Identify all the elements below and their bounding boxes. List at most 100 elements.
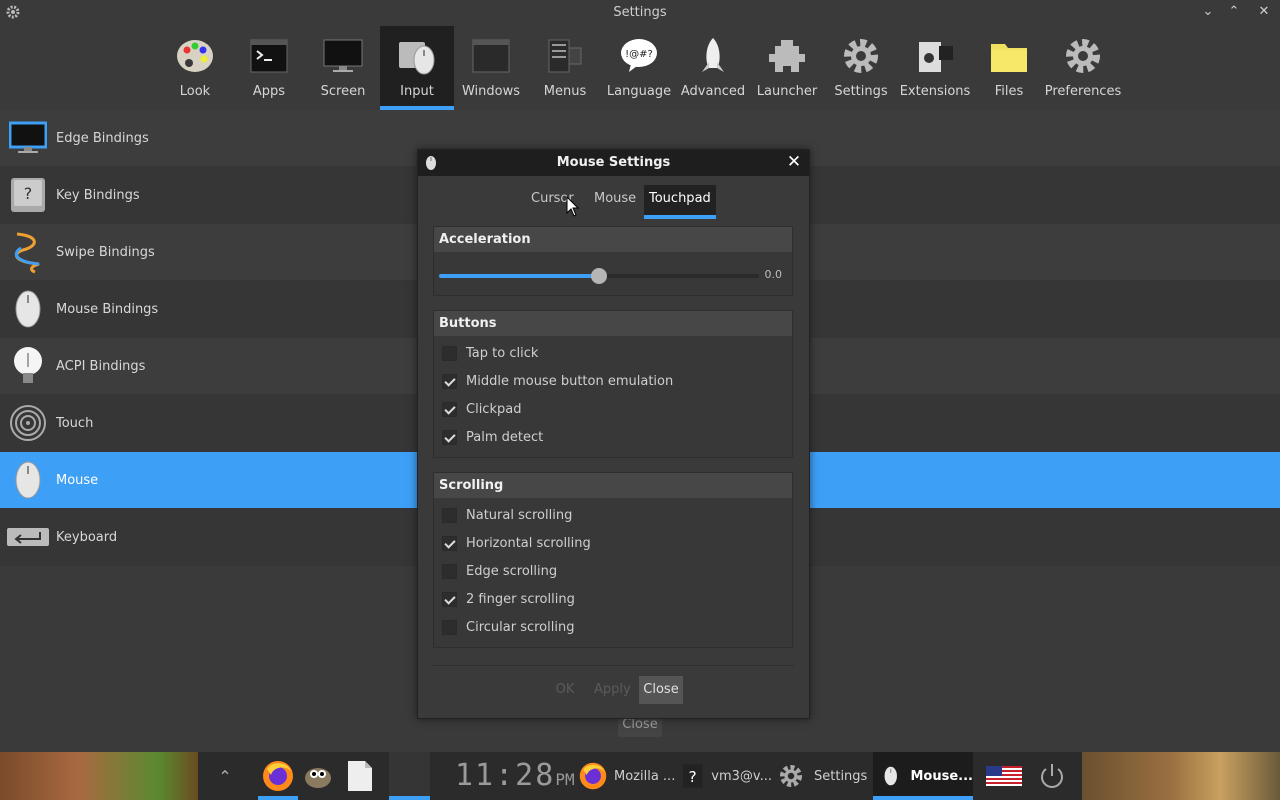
edge-scrolling-checkbox[interactable]: Edge scrolling: [434, 557, 792, 585]
task-label: Settings: [814, 768, 868, 784]
toolbar-item-look[interactable]: Look: [158, 26, 232, 110]
toolbar-item-language[interactable]: !@#? Language: [602, 26, 676, 110]
mouse-pointer-icon: [566, 196, 580, 217]
gear-icon: [779, 764, 803, 788]
svg-text:?: ?: [689, 768, 697, 786]
checkbox-label: Natural scrolling: [466, 507, 573, 523]
firefox-launcher[interactable]: [258, 752, 298, 800]
checkbox-box[interactable]: [442, 619, 457, 635]
toolbar-label: Input: [400, 84, 434, 99]
checkbox-box[interactable]: [442, 373, 457, 389]
toolbar-item-input[interactable]: Input: [380, 26, 454, 110]
mouse-icon: [0, 452, 56, 509]
checkbox-box[interactable]: [442, 535, 457, 551]
task-mouse-settings[interactable]: Mouse...: [873, 752, 973, 800]
list-item-label: Mouse Bindings: [56, 301, 159, 317]
document-icon: [348, 761, 372, 791]
toolbar-label: Files: [994, 84, 1024, 99]
toolbar-item-menus[interactable]: Menus: [528, 26, 602, 110]
shelf-up-icon[interactable]: ⌃: [213, 752, 237, 800]
list-item-label: Edge Bindings: [56, 130, 149, 146]
toolbar-label: Settings: [834, 84, 888, 99]
minimize-button[interactable]: ⌄: [1199, 3, 1217, 21]
task-label: Mouse...: [910, 768, 974, 784]
toolbar-label: Apps: [252, 84, 286, 99]
toolbar-label: Look: [179, 84, 211, 99]
acceleration-slider[interactable]: 0.0: [434, 252, 792, 300]
active-indicator: [258, 796, 298, 800]
checkbox-box[interactable]: [442, 401, 457, 417]
svg-text:?: ?: [24, 184, 33, 203]
tab-mouse[interactable]: Mouse: [589, 185, 641, 219]
buttons-frame: Buttons Tap to click Middle mouse button…: [433, 310, 793, 458]
terminal-icon: [247, 34, 291, 78]
checkbox-label: Circular scrolling: [466, 619, 575, 635]
toolbar-label: Extensions: [899, 84, 971, 99]
horizontal-scrolling-checkbox[interactable]: Horizontal scrolling: [434, 529, 792, 557]
close-window-button[interactable]: ✕: [1255, 3, 1273, 21]
enter-key-icon: [0, 509, 56, 566]
keyboard-layout-indicator[interactable]: [985, 752, 1023, 800]
task-label: vm3@v...: [711, 768, 772, 784]
two-finger-scrolling-checkbox[interactable]: 2 finger scrolling: [434, 585, 792, 613]
key-icon: ?: [0, 167, 56, 224]
natural-scrolling-checkbox[interactable]: Natural scrolling: [434, 501, 792, 529]
checkbox-box[interactable]: [442, 507, 457, 523]
list-item-label: Swipe Bindings: [56, 244, 155, 260]
firefox-icon: [579, 762, 607, 790]
tap-to-click-checkbox[interactable]: Tap to click: [434, 339, 792, 367]
empty-launcher-slot[interactable]: [389, 752, 430, 800]
task-firefox[interactable]: Mozilla ...: [576, 752, 680, 800]
toolbar-item-advanced[interactable]: Advanced: [676, 26, 750, 110]
tab-touchpad[interactable]: Touchpad: [644, 185, 716, 219]
middle-button-emulation-checkbox[interactable]: Middle mouse button emulation: [434, 367, 792, 395]
gear-icon: [1061, 34, 1105, 78]
gimp-launcher[interactable]: [300, 752, 336, 800]
checkbox-box[interactable]: [442, 563, 457, 579]
toolbar-item-files[interactable]: Files: [972, 26, 1046, 110]
dialog-footer-divider: [433, 665, 794, 666]
circular-scrolling-checkbox[interactable]: Circular scrolling: [434, 613, 792, 641]
slider-track[interactable]: [439, 268, 759, 284]
list-item-label: Key Bindings: [56, 187, 140, 203]
task-terminal[interactable]: ? vm3@v...: [680, 752, 772, 800]
maximize-button[interactable]: ⌃: [1225, 3, 1243, 21]
toolbar-item-apps[interactable]: Apps: [232, 26, 306, 110]
list-item-label: Mouse: [56, 472, 99, 488]
toolbar-item-windows[interactable]: Windows: [454, 26, 528, 110]
dialog-close-icon[interactable]: ✕: [784, 152, 804, 172]
monitor-icon: [0, 110, 56, 167]
apply-button[interactable]: Apply: [594, 676, 631, 704]
toolbar-item-settings[interactable]: Settings: [824, 26, 898, 110]
palette-icon: [173, 34, 217, 78]
toolbar-item-screen[interactable]: Screen: [306, 26, 380, 110]
toolbar-label: Advanced: [680, 84, 746, 99]
slider-fill: [439, 274, 599, 278]
files-launcher[interactable]: [343, 752, 377, 800]
dialog-close-button[interactable]: Close: [639, 676, 683, 704]
window-icon: [469, 34, 513, 78]
acceleration-value: 0.0: [764, 268, 783, 281]
checkbox-box[interactable]: [442, 429, 457, 445]
power-button[interactable]: [1036, 752, 1068, 800]
ok-button[interactable]: OK: [550, 676, 580, 704]
slider-handle[interactable]: [591, 268, 607, 284]
toolbar-item-preferences[interactable]: Preferences: [1045, 26, 1121, 110]
svg-text:!@#?: !@#?: [625, 49, 653, 60]
checkbox-label: Palm detect: [466, 429, 544, 445]
task-settings[interactable]: Settings: [778, 752, 868, 800]
toolbar-item-extensions[interactable]: Extensions: [898, 26, 972, 110]
swipe-icon: [0, 224, 56, 281]
task-label: Mozilla ...: [614, 768, 676, 784]
question-icon: ?: [682, 764, 703, 788]
checkbox-box[interactable]: [442, 591, 457, 607]
palm-detect-checkbox[interactable]: Palm detect: [434, 423, 792, 451]
checkbox-box[interactable]: [442, 345, 457, 361]
taskbar: ⌃ 11:28PM Mozilla ... ? vm3@v... Setting…: [0, 752, 1280, 800]
firefox-icon: [263, 761, 293, 791]
us-flag-icon: [986, 766, 1022, 786]
toolbar-item-launcher[interactable]: Launcher: [750, 26, 824, 110]
puzzle-icon: [765, 34, 809, 78]
clickpad-checkbox[interactable]: Clickpad: [434, 395, 792, 423]
wallpaper-left: [0, 752, 198, 800]
